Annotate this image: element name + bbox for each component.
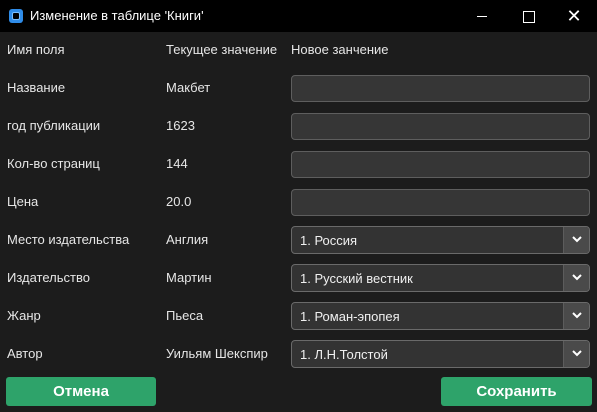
current-value: 20.0 [166, 194, 192, 209]
genre-select[interactable]: 1. Роман-эпопея [291, 302, 590, 330]
close-button[interactable]: ✕ [551, 0, 597, 32]
header-new-value: Новое занчение [291, 42, 389, 57]
chevron-down-icon[interactable] [563, 265, 589, 291]
current-value: 144 [166, 156, 188, 171]
maximize-button[interactable] [505, 0, 551, 32]
field-label: Издательство [7, 270, 90, 285]
select-value: 1. Л.Н.Толстой [300, 347, 388, 362]
field-label: Жанр [7, 308, 41, 323]
field-label: год публикации [7, 118, 101, 133]
save-button[interactable]: Сохранить [441, 377, 592, 406]
current-value: Макбет [166, 80, 211, 95]
current-value: 1623 [166, 118, 195, 133]
field-label: Место издательства [7, 232, 130, 247]
current-value: Пьеса [166, 308, 204, 323]
cancel-button[interactable]: Отмена [6, 377, 156, 406]
chevron-down-icon[interactable] [563, 227, 589, 253]
field-label: Название [7, 80, 66, 95]
select-value: 1. Роман-эпопея [300, 309, 400, 324]
price-input[interactable] [291, 189, 590, 216]
window-title: Изменение в таблице 'Книги' [30, 8, 204, 23]
app-icon [9, 9, 23, 23]
place-select[interactable]: 1. Россия [291, 226, 590, 254]
current-value: Англия [166, 232, 209, 247]
header-current-value: Текущее значение [166, 42, 278, 57]
year-input[interactable] [291, 113, 590, 140]
author-select[interactable]: 1. Л.Н.Толстой [291, 340, 590, 368]
header-field-name: Имя поля [7, 42, 65, 57]
chevron-down-icon[interactable] [563, 303, 589, 329]
chevron-down-icon[interactable] [563, 341, 589, 367]
current-value: Мартин [166, 270, 212, 285]
current-value: Уильям Шекспир [166, 346, 268, 361]
minimize-button[interactable] [459, 0, 505, 32]
title-bar: Изменение в таблице 'Книги' ✕ [0, 0, 597, 32]
title-input[interactable] [291, 75, 590, 102]
field-label: Автор [7, 346, 43, 361]
field-label: Кол-во страниц [7, 156, 100, 171]
select-value: 1. Русский вестник [300, 271, 413, 286]
publisher-select[interactable]: 1. Русский вестник [291, 264, 590, 292]
field-label: Цена [7, 194, 39, 209]
pages-input[interactable] [291, 151, 590, 178]
select-value: 1. Россия [300, 233, 358, 248]
